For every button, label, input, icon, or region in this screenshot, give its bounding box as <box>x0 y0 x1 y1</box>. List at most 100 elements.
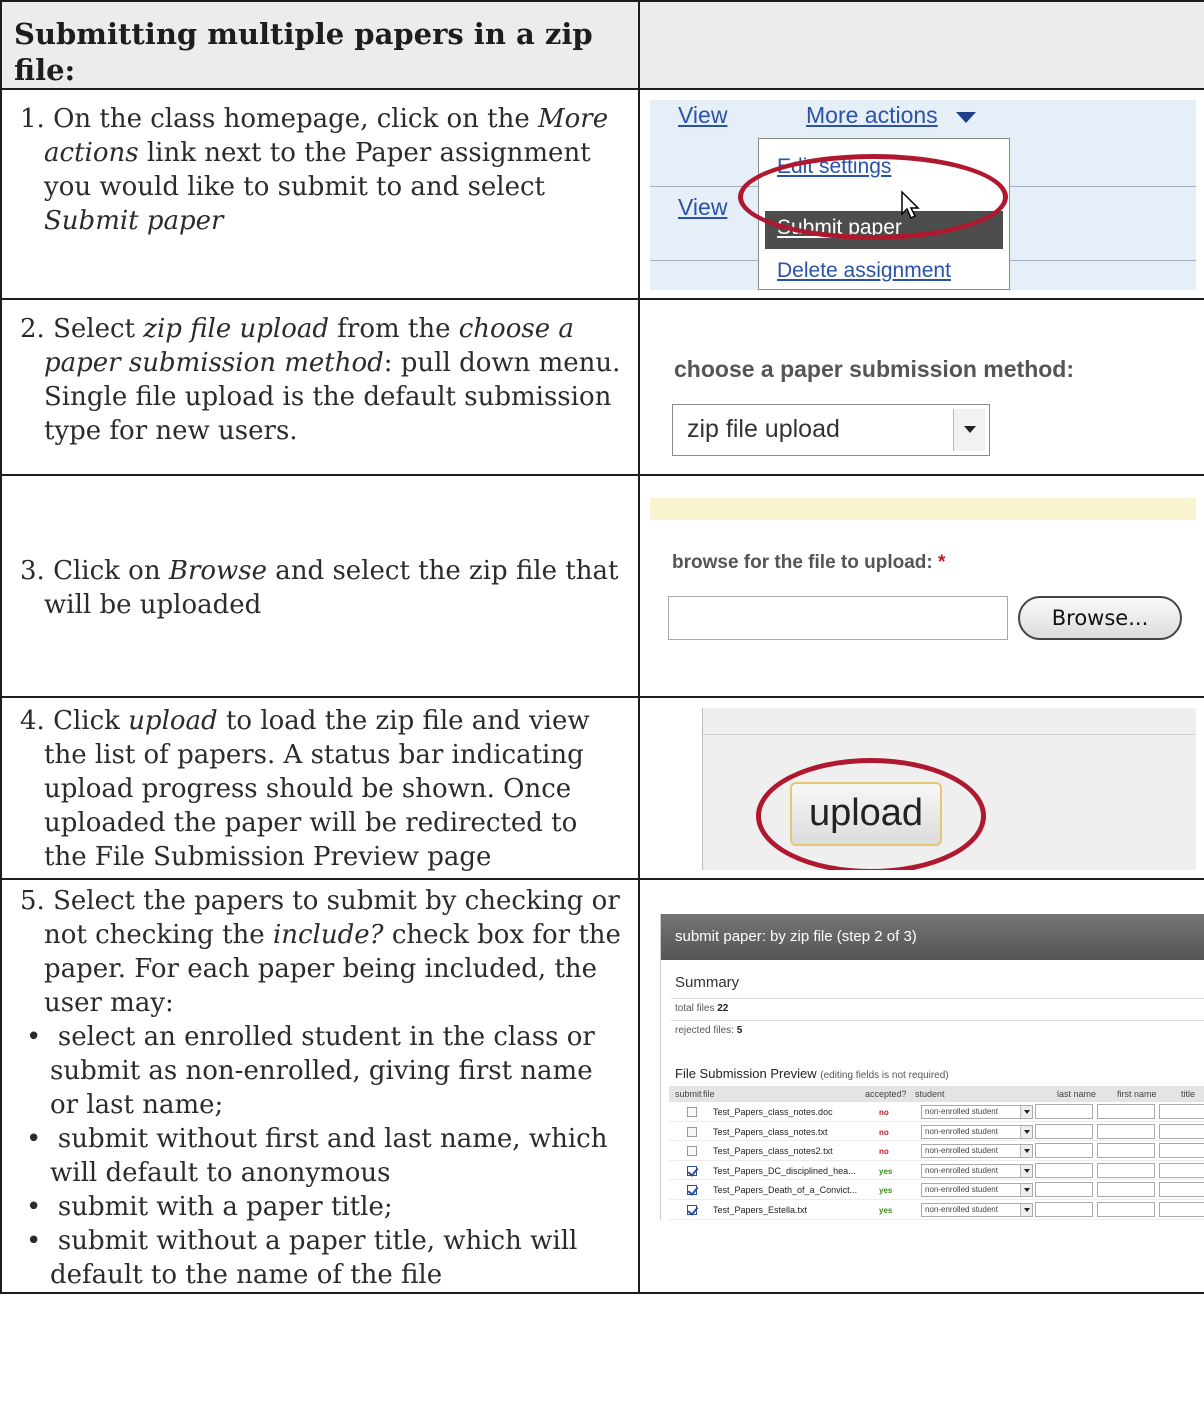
title-input[interactable] <box>1159 1104 1203 1119</box>
first-name-input[interactable] <box>1097 1143 1155 1159</box>
page-title: Submitting multiple papers in a zip file… <box>14 17 593 87</box>
table-row: Test_Papers_class_notes2.txt no non-enroll… <box>669 1141 1203 1161</box>
table-row: Test_Papers_Estella.txt yes non-enrolled s… <box>669 1200 1203 1220</box>
menu-item-delete-assignment[interactable]: Delete assignment <box>777 259 951 283</box>
student-select[interactable]: non-enrolled student <box>921 1144 1033 1159</box>
preview-table-header: submit file accepted? student last name … <box>669 1086 1203 1102</box>
header-cell: Submitting multiple papers in a zip file… <box>0 0 640 90</box>
file-name: Test_Papers_class_notes.txt <box>713 1126 828 1137</box>
mouse-cursor-icon <box>901 190 920 220</box>
chevron-down-icon <box>1020 1164 1032 1177</box>
file-path-input[interactable] <box>668 596 1008 640</box>
column-header: first name <box>1117 1089 1157 1099</box>
student-select[interactable]: non-enrolled student <box>921 1124 1033 1139</box>
chevron-down-icon <box>964 426 976 433</box>
instruction-table: Submitting multiple papers in a zip file… <box>0 0 1204 1294</box>
more-actions-link[interactable]: More actions <box>806 102 938 129</box>
student-select[interactable]: non-enrolled student <box>921 1202 1033 1217</box>
column-header: accepted? <box>865 1089 907 1099</box>
file-name: Test_Papers_Death_of_a_Convict... <box>713 1185 858 1196</box>
browse-label: browse for the file to upload: * <box>672 552 946 573</box>
last-name-input[interactable] <box>1035 1104 1093 1119</box>
include-checkbox[interactable] <box>687 1204 697 1215</box>
column-header: student <box>915 1089 945 1099</box>
step-5-screenshot-cell: submit paper: by zip file (step 2 of 3) … <box>638 878 1204 1294</box>
column-header: file <box>703 1089 715 1099</box>
last-name-input[interactable] <box>1035 1201 1093 1217</box>
student-select-value: non-enrolled student <box>925 1165 998 1175</box>
accepted-status: yes <box>879 1166 893 1176</box>
chevron-down-icon <box>1020 1203 1032 1216</box>
last-name-input[interactable] <box>1035 1162 1093 1178</box>
accepted-status: yes <box>879 1186 893 1196</box>
student-select[interactable]: non-enrolled student <box>921 1105 1033 1119</box>
accepted-status: yes <box>879 1205 893 1215</box>
first-name-input[interactable] <box>1097 1162 1155 1178</box>
title-input[interactable] <box>1159 1201 1203 1217</box>
chevron-down-icon <box>1020 1184 1032 1197</box>
title-input[interactable] <box>1159 1143 1203 1159</box>
first-name-input[interactable] <box>1097 1182 1155 1198</box>
step-title-bar: submit paper: by zip file (step 2 of 3) <box>661 914 1203 960</box>
bullet-item: • submit with a paper title; <box>26 1192 393 1222</box>
title-input[interactable] <box>1159 1182 1203 1198</box>
dropdown-arrow-icon[interactable] <box>956 112 976 123</box>
step-4-screenshot-cell: upload <box>638 696 1204 880</box>
step-2-screenshot-cell: choose a paper submission method: zip fi… <box>638 298 1204 476</box>
bullet-item: • submit without first and last name, wh… <box>26 1124 608 1188</box>
student-select-value: non-enrolled student <box>925 1126 998 1136</box>
selected-value: zip file upload <box>687 415 840 443</box>
highlight-oval <box>738 154 1008 240</box>
first-name-input[interactable] <box>1097 1123 1155 1139</box>
submission-method-select[interactable]: zip file upload <box>672 404 990 456</box>
bullet-item: • submit without a paper title, which wi… <box>26 1226 578 1290</box>
browse-screenshot: browse for the file to upload: * Browse.… <box>650 486 1196 688</box>
include-checkbox[interactable] <box>687 1146 697 1157</box>
include-checkbox[interactable] <box>687 1107 697 1117</box>
header-blank-cell <box>638 0 1204 90</box>
summary-title: Summary <box>675 974 740 991</box>
step-3-cell: 3. Click on Browse and select the zip fi… <box>0 474 640 698</box>
first-name-input[interactable] <box>1097 1201 1155 1217</box>
bullet-item: • select an enrolled student in the clas… <box>26 1022 595 1120</box>
accepted-status: no <box>879 1127 889 1137</box>
student-select-value: non-enrolled student <box>925 1204 998 1214</box>
title-input[interactable] <box>1159 1162 1203 1178</box>
more-actions-screenshot: View More actions View Edit settings Sub… <box>650 100 1196 290</box>
chevron-down-icon <box>1020 1106 1032 1118</box>
notice-bar <box>650 498 1196 520</box>
submission-method-label: choose a paper submission method: <box>674 356 1075 382</box>
column-header: last name <box>1057 1089 1097 1099</box>
browse-button[interactable]: Browse... <box>1018 596 1182 640</box>
step-3-screenshot-cell: browse for the file to upload: * Browse.… <box>638 474 1204 698</box>
include-checkbox[interactable] <box>687 1126 697 1137</box>
first-name-input[interactable] <box>1097 1104 1155 1119</box>
view-link[interactable]: View <box>678 102 727 129</box>
last-name-input[interactable] <box>1035 1143 1093 1159</box>
preview-title: File Submission Preview (editing fields … <box>675 1066 949 1081</box>
title-input[interactable] <box>1159 1123 1203 1139</box>
table-row: Test_Papers_Death_of_a_Convict... yes non-… <box>669 1180 1203 1200</box>
table-row: Test_Papers_class_notes.doc no non-enrolle… <box>669 1102 1203 1122</box>
highlight-oval <box>756 758 986 870</box>
file-name: Test_Papers_class_notes2.txt <box>713 1146 833 1157</box>
accepted-status: no <box>879 1108 889 1117</box>
chevron-down-icon <box>1020 1125 1032 1138</box>
select-arrow-button[interactable] <box>953 409 985 451</box>
last-name-input[interactable] <box>1035 1182 1093 1198</box>
chevron-down-icon <box>1020 1145 1032 1158</box>
include-checkbox[interactable] <box>687 1165 697 1176</box>
file-name: Test_Papers_class_notes.doc <box>713 1107 833 1117</box>
upload-screenshot: upload <box>650 708 1196 870</box>
view-link[interactable]: View <box>678 194 727 221</box>
step-1-text: 1. On the class homepage, click on the M… <box>20 104 609 236</box>
student-select[interactable]: non-enrolled student <box>921 1183 1033 1198</box>
include-checkbox[interactable] <box>687 1185 697 1196</box>
file-name: Test_Papers_Estella.txt <box>713 1204 808 1215</box>
step-1-cell: 1. On the class homepage, click on the M… <box>0 88 640 300</box>
student-select[interactable]: non-enrolled student <box>921 1163 1033 1178</box>
file-name: Test_Papers_DC_disciplined_hea... <box>713 1165 856 1176</box>
last-name-input[interactable] <box>1035 1123 1093 1139</box>
file-preview-screenshot: submit paper: by zip file (step 2 of 3) … <box>660 914 1203 1220</box>
step-5-text: 5. Select the papers to submit by checki… <box>2 880 638 1292</box>
